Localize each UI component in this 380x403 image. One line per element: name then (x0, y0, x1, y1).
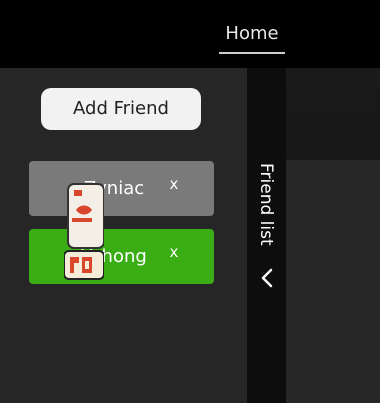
friend-card-yuhong[interactable]: Yuhong x (29, 229, 214, 284)
remove-friend-button[interactable]: x (166, 241, 182, 263)
friend-list-toggle-tab[interactable]: Friend list (247, 68, 286, 403)
chevron-left-icon[interactable] (258, 266, 276, 290)
remove-friend-button[interactable]: x (166, 173, 182, 195)
top-bar: Home (0, 0, 380, 68)
friend-card-zyniac[interactable]: Zyniac x (29, 161, 214, 216)
content-panel (286, 160, 380, 403)
nav-home-link[interactable]: Home (219, 20, 285, 54)
friend-sidebar: Add Friend Zyniac x Yuhong x (0, 68, 247, 403)
friend-list-label: Friend list (256, 163, 276, 246)
add-friend-button[interactable]: Add Friend (41, 88, 201, 130)
game-logo-image (64, 183, 104, 280)
app-window: Home Add Friend Zyniac x Yuhong x Friend… (0, 0, 380, 403)
main-content-area (286, 68, 380, 403)
